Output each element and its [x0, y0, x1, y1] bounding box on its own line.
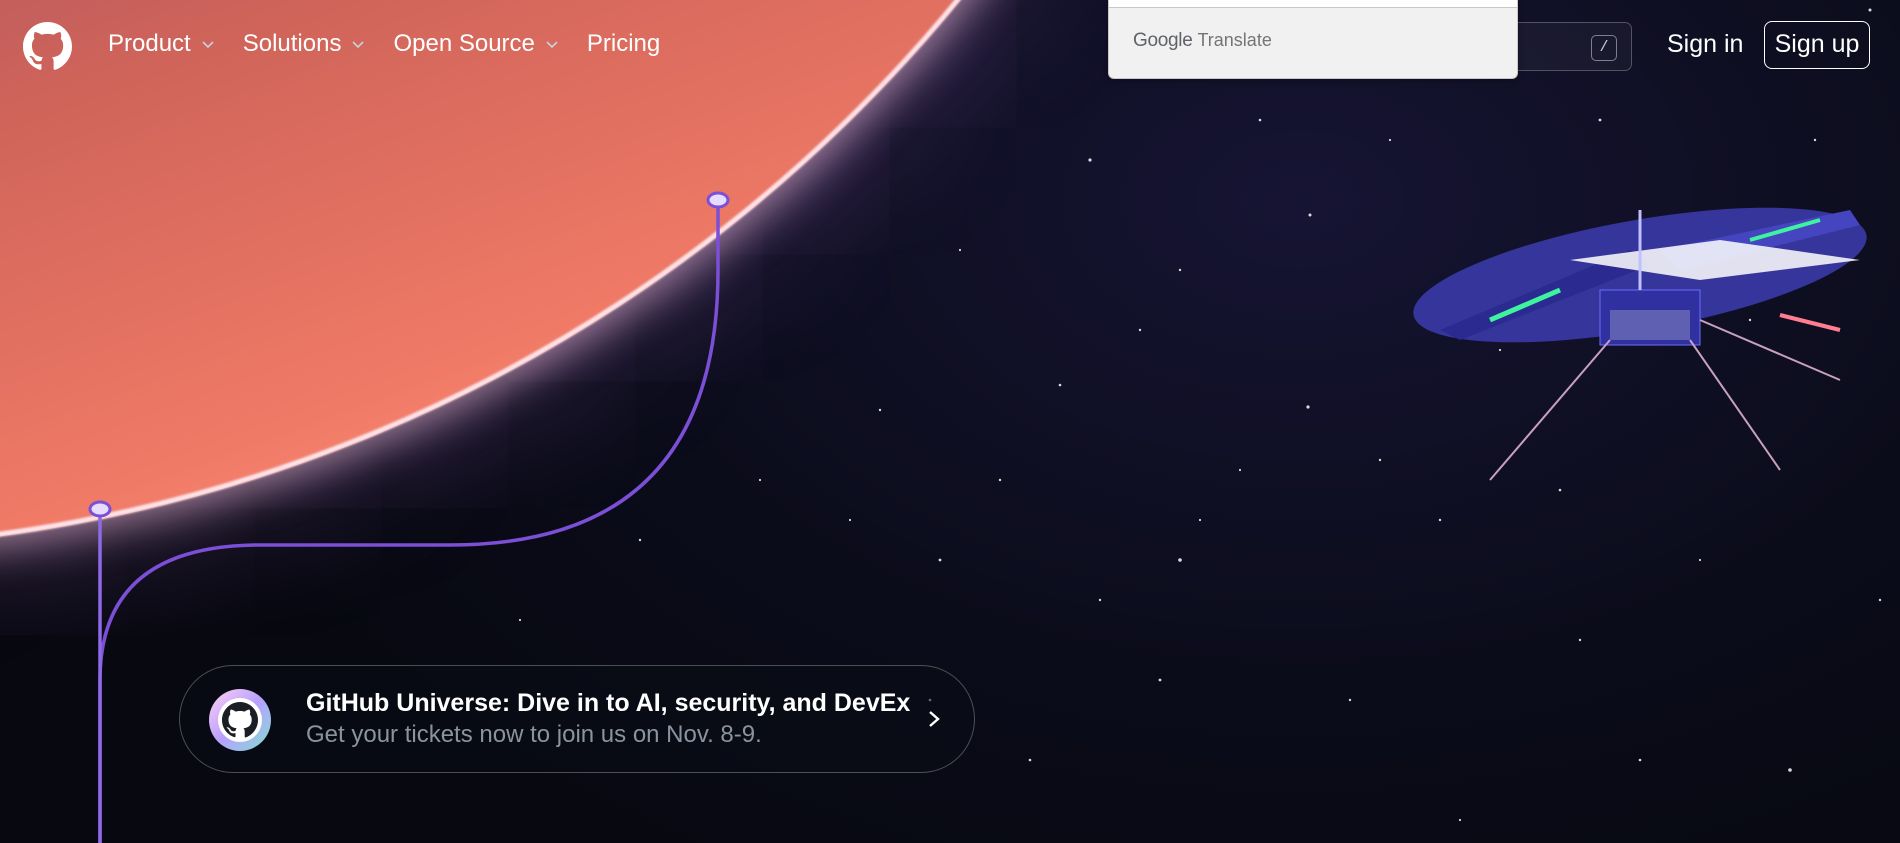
nav-pricing-label: Pricing — [586, 30, 661, 57]
chevron-down-icon — [202, 41, 214, 49]
chevron-down-icon — [546, 41, 558, 49]
google-translate-popup: Google Translate — [1108, 0, 1518, 79]
site-header: Product Solutions Open Source Pricing / … — [0, 0, 1900, 94]
translate-popup-strip — [1109, 0, 1517, 8]
translate-product: Translate — [1197, 30, 1272, 50]
github-mark-icon[interactable] — [23, 22, 72, 71]
nav-pricing[interactable]: Pricing — [587, 30, 660, 58]
google-translate-label[interactable]: Google Translate — [1133, 30, 1272, 52]
primary-nav: Product Solutions Open Source Pricing — [108, 30, 688, 58]
chevron-right-icon — [929, 711, 940, 727]
nav-product[interactable]: Product — [108, 30, 215, 58]
universe-octocat-icon — [209, 689, 271, 751]
search-shortcut-key: / — [1591, 35, 1617, 61]
sign-in-link[interactable]: Sign in — [1667, 30, 1743, 59]
universe-banner-link[interactable]: GitHub Universe: Dive in to AI, security… — [179, 665, 975, 773]
nav-open-source[interactable]: Open Source — [393, 30, 558, 58]
search-input[interactable]: / — [1500, 22, 1632, 71]
sign-up-button[interactable]: Sign up — [1764, 21, 1870, 69]
translate-brand: Google — [1133, 30, 1193, 51]
chevron-down-icon — [352, 41, 365, 49]
banner-title: GitHub Universe: Dive in to AI, security… — [306, 689, 911, 717]
nav-open-source-label: Open Source — [393, 30, 535, 57]
helicopter-illustration — [1413, 207, 1867, 481]
nav-product-label: Product — [108, 30, 191, 57]
nav-solutions[interactable]: Solutions — [243, 30, 366, 58]
nav-solutions-label: Solutions — [242, 30, 342, 57]
banner-subtitle: Get your tickets now to join us on Nov. … — [306, 721, 762, 748]
